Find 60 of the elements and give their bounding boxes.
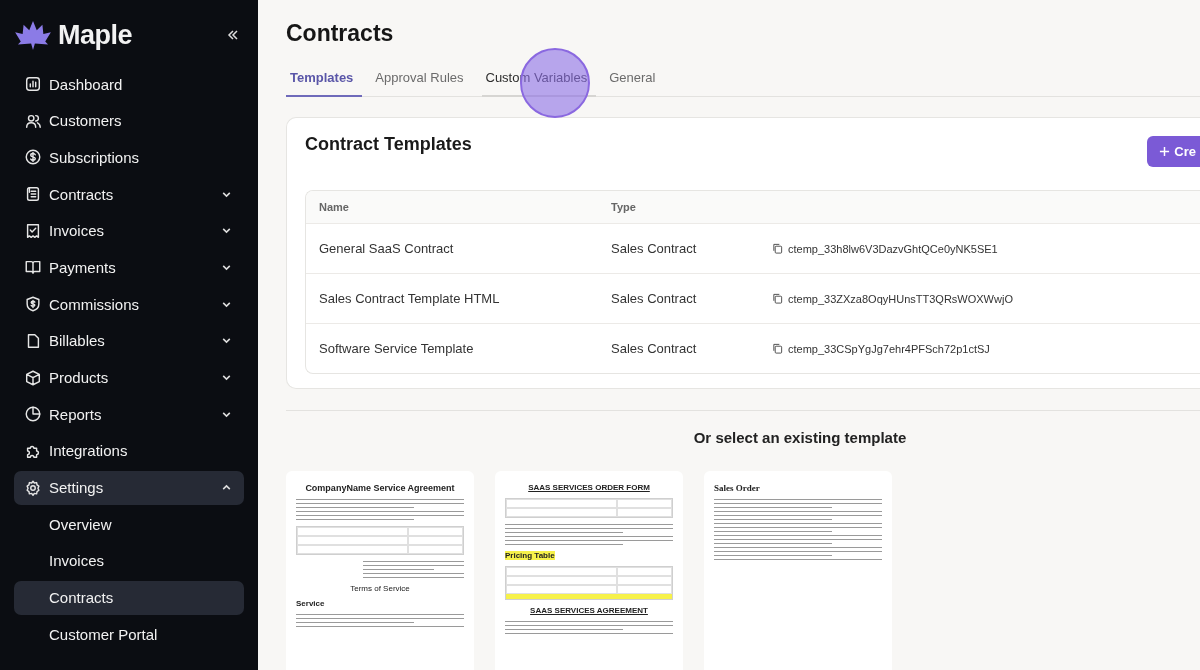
nav-subitem[interactable]: Customer Portal bbox=[14, 617, 244, 652]
document-section-title: SAAS SERVICES AGREEMENT bbox=[529, 606, 649, 615]
nav-item[interactable]: Commissions bbox=[14, 287, 244, 322]
column-header: Type bbox=[611, 201, 637, 213]
template-id: ctemp_33h8lw6V3DazvGhtQCe0yNK5SE1 bbox=[788, 242, 998, 255]
cube-icon bbox=[24, 368, 42, 387]
document-title: SAAS SERVICES ORDER FORM bbox=[527, 483, 651, 492]
tab[interactable]: Templates bbox=[286, 67, 363, 97]
template-preview[interactable]: SAAS SERVICES ORDER FORM Pricing Table SAAS SERVICES AGREEMENT bbox=[495, 471, 683, 670]
create-template-button[interactable]: Cre bbox=[1147, 136, 1200, 167]
nav-item[interactable]: Integrations bbox=[14, 433, 244, 468]
page-title: Contracts bbox=[286, 20, 395, 47]
collapse-sidebar-icon[interactable] bbox=[226, 28, 240, 42]
nav-subitem[interactable]: Contracts bbox=[14, 580, 244, 615]
document-subheading: Service bbox=[296, 599, 326, 608]
document-section-title: Terms of Service bbox=[349, 584, 411, 593]
nav-subitem[interactable]: Invoices bbox=[14, 543, 244, 578]
nav-item[interactable]: Reports bbox=[14, 397, 244, 432]
book-icon bbox=[24, 258, 42, 277]
document-title: Sales Order bbox=[714, 483, 761, 493]
nav-item[interactable]: Contracts bbox=[14, 177, 244, 212]
gallery-heading: Or select an existing template bbox=[692, 429, 908, 446]
template-preview[interactable]: CompanyName Service Agreement Terms of Service Service bbox=[286, 471, 474, 670]
shield-icon bbox=[24, 295, 42, 314]
brand-name: Maple bbox=[58, 19, 133, 51]
nav-item[interactable]: Payments bbox=[14, 250, 244, 285]
tab[interactable]: Approval Rules bbox=[371, 67, 473, 97]
nav-item[interactable]: Invoices bbox=[14, 213, 244, 248]
table-cell-text: Software Service Template bbox=[319, 341, 475, 356]
nav-subitem[interactable]: Overview bbox=[14, 507, 244, 542]
template-preview[interactable]: Sales Order bbox=[704, 471, 892, 670]
template-id: ctemp_33ZXza8OqyHUnsTT3QRsWOXWwjO bbox=[788, 292, 1013, 305]
receipt-icon bbox=[24, 221, 42, 240]
document-icon bbox=[24, 185, 42, 204]
copy-icon[interactable] bbox=[772, 293, 783, 304]
card-title: Contract Templates bbox=[305, 134, 472, 155]
copy-icon[interactable] bbox=[772, 343, 783, 354]
chart-icon bbox=[24, 75, 42, 93]
tab[interactable]: General bbox=[605, 67, 665, 97]
highlighted-label: Pricing Table bbox=[505, 551, 555, 560]
nav-item[interactable]: Subscriptions bbox=[14, 140, 244, 175]
template-id: ctemp_33CSpYgJg7ehr4PFSch72p1ctSJ bbox=[788, 342, 990, 355]
table-cell-text: Sales Contract bbox=[611, 341, 698, 356]
nav-item[interactable]: Dashboard bbox=[14, 67, 244, 101]
settings-icon bbox=[24, 478, 42, 497]
table-cell-text: Sales Contract bbox=[611, 241, 698, 256]
nav-item[interactable]: Billables bbox=[14, 323, 244, 358]
table-cell-text: Sales Contract bbox=[611, 291, 698, 306]
leaf-logo-icon bbox=[14, 19, 52, 51]
copy-icon[interactable] bbox=[772, 243, 783, 254]
nav-item[interactable]: Settings bbox=[14, 470, 244, 505]
table-cell-text: Sales Contract Template HTML bbox=[319, 291, 501, 306]
pie-chart-icon bbox=[24, 405, 42, 424]
dollar-icon bbox=[24, 148, 42, 167]
table-cell-text: General SaaS Contract bbox=[319, 241, 455, 256]
column-header: Name bbox=[319, 201, 350, 213]
nav-item[interactable]: Customers bbox=[14, 103, 244, 138]
document-title: CompanyName Service Agreement bbox=[304, 483, 456, 493]
plus-icon bbox=[1159, 146, 1171, 157]
nav-item[interactable]: Products bbox=[14, 360, 244, 395]
